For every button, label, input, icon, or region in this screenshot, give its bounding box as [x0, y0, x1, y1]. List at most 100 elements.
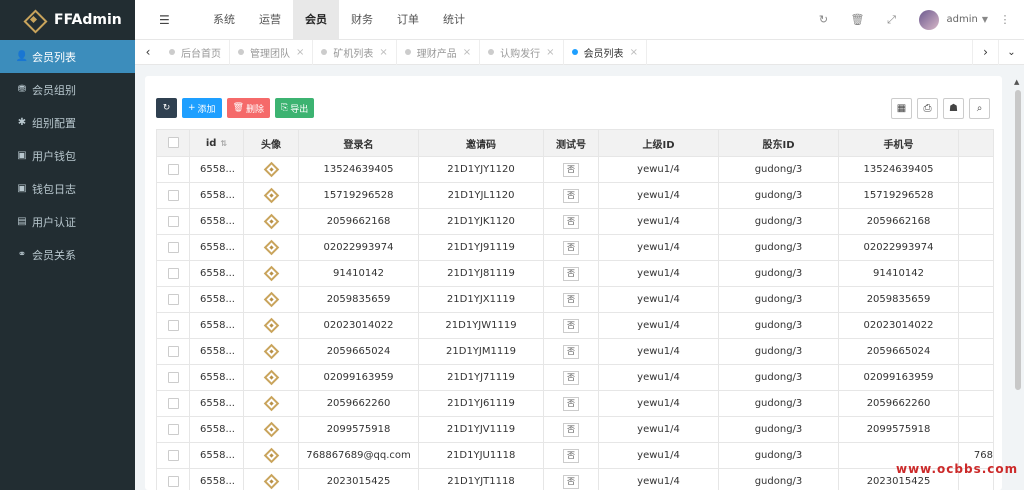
- delete-button[interactable]: 🗑 删除: [226, 98, 271, 118]
- row-checkbox[interactable]: [156, 260, 190, 287]
- test-flag-badge[interactable]: 否: [563, 474, 579, 489]
- test-flag-badge[interactable]: 否: [563, 396, 579, 411]
- fullscreen-icon[interactable]: ⤢: [875, 13, 909, 27]
- sidebar-item-3[interactable]: ✱ 组别配置: [0, 106, 135, 139]
- user-filter-icon[interactable]: ☗: [943, 98, 964, 119]
- table-row[interactable]: 6558... 768867689@qq.com 21D1YJU1118 否 yewu1…: [156, 442, 994, 469]
- cell-test: 否: [543, 312, 599, 339]
- row-checkbox[interactable]: [156, 364, 190, 391]
- refresh-button[interactable]: ↻: [156, 98, 177, 118]
- table-row[interactable]: 6558... 2059665024 21D1YJM1119 否 yewu1/4 gudo…: [156, 338, 994, 365]
- row-checkbox[interactable]: [156, 286, 190, 313]
- close-icon[interactable]: ×: [630, 47, 638, 58]
- table-row[interactable]: 6558... 02022993974 21D1YJ91119 否 yewu1/4 gud…: [156, 234, 994, 261]
- more-vertical-icon[interactable]: ⋮: [998, 13, 1012, 26]
- cell-extra: [958, 312, 994, 339]
- cell-invite: 21D1YJM1119: [418, 338, 544, 365]
- table-row[interactable]: 6558... 2059662168 21D1YJK1120 否 yewu1/4 gudo…: [156, 208, 994, 235]
- table-row[interactable]: 6558... 02023014022 21D1YJW1119 否 yewu1/4 gud…: [156, 312, 994, 339]
- test-flag-badge[interactable]: 否: [563, 188, 579, 203]
- tab-6[interactable]: 会员列表 ×: [564, 39, 647, 65]
- trash-icon[interactable]: 🗑: [841, 13, 875, 26]
- close-icon[interactable]: ×: [546, 47, 554, 58]
- cell-avatar: [243, 182, 299, 209]
- row-checkbox[interactable]: [156, 390, 190, 417]
- top-nav-item-2[interactable]: 运营: [247, 0, 293, 40]
- cell-parent: yewu1/4: [598, 156, 719, 183]
- test-flag-badge[interactable]: 否: [563, 318, 579, 333]
- table-row[interactable]: 6558... 91410142 21D1YJ81119 否 yewu1/4 gudong…: [156, 260, 994, 287]
- row-checkbox[interactable]: [156, 182, 190, 209]
- table-row[interactable]: 6558... 2099575918 21D1YJV1119 否 yewu1/4 gudo…: [156, 416, 994, 443]
- close-icon[interactable]: ×: [379, 47, 387, 58]
- menu-toggle-icon[interactable]: ☰: [159, 13, 191, 27]
- top-nav-item-6[interactable]: 统计: [431, 0, 477, 40]
- cell-id: 6558...: [189, 208, 244, 235]
- sidebar-item-4[interactable]: ▣ 用户钱包: [0, 139, 135, 172]
- sidebar-item-2[interactable]: ⛃ 会员组别: [0, 73, 135, 106]
- col-header-id[interactable]: id ⇅: [189, 129, 244, 157]
- test-flag-badge[interactable]: 否: [563, 448, 579, 463]
- search-icon[interactable]: ⌕: [969, 98, 990, 119]
- cell-login: 2059665024: [298, 338, 419, 365]
- cell-test: 否: [543, 234, 599, 261]
- top-nav-item-3[interactable]: 会员: [293, 0, 339, 40]
- tab-2[interactable]: 管理团队 ×: [230, 39, 314, 65]
- sidebar-item-1[interactable]: 👤 会员列表: [0, 40, 135, 73]
- tab-3[interactable]: 矿机列表 ×: [313, 39, 397, 65]
- columns-icon[interactable]: ▦: [891, 98, 912, 119]
- add-button[interactable]: + 添加: [182, 98, 222, 118]
- table-row[interactable]: 6558... 2023015425 21D1YJT1118 否 yewu1/4 gudo…: [156, 468, 994, 490]
- tabs-scroll-left-icon[interactable]: ‹: [135, 45, 161, 59]
- test-flag-badge[interactable]: 否: [563, 344, 579, 359]
- test-flag-badge[interactable]: 否: [563, 240, 579, 255]
- row-checkbox[interactable]: [156, 442, 190, 469]
- table-row[interactable]: 6558... 02099163959 21D1YJ71119 否 yewu1/4 gud…: [156, 364, 994, 391]
- export-button[interactable]: ⎘ 导出: [275, 98, 315, 118]
- table-row[interactable]: 6558... 2059662260 21D1YJ61119 否 yewu1/4 gudo…: [156, 390, 994, 417]
- test-flag-badge[interactable]: 否: [563, 266, 579, 281]
- scrollbar-thumb[interactable]: [1015, 90, 1021, 390]
- tab-1[interactable]: 后台首页: [161, 39, 230, 65]
- sort-icon[interactable]: ⇅: [220, 139, 227, 148]
- close-icon[interactable]: ×: [296, 47, 304, 58]
- top-nav-item-4[interactable]: 财务: [339, 0, 385, 40]
- tabs-menu-chevron-icon[interactable]: ⌄: [998, 39, 1024, 65]
- test-flag-badge[interactable]: 否: [563, 214, 579, 229]
- cell-login: 2059835659: [298, 286, 419, 313]
- top-nav-item-1[interactable]: 系统: [201, 0, 247, 40]
- sidebar-item-7[interactable]: ⚭ 会员关系: [0, 238, 135, 271]
- avatar-icon: [263, 473, 279, 490]
- avatar[interactable]: [918, 9, 939, 30]
- refresh-icon[interactable]: ↻: [807, 13, 841, 26]
- test-flag-badge[interactable]: 否: [563, 422, 579, 437]
- user-name[interactable]: admin: [947, 14, 978, 25]
- table-row[interactable]: 6558... 2059835659 21D1YJX1119 否 yewu1/4 gudo…: [156, 286, 994, 313]
- cell-avatar: [243, 468, 299, 490]
- row-checkbox[interactable]: [156, 156, 190, 183]
- cell-login: 02099163959: [298, 364, 419, 391]
- test-flag-badge[interactable]: 否: [563, 292, 579, 307]
- row-checkbox[interactable]: [156, 234, 190, 261]
- print-icon[interactable]: ⎙: [917, 98, 938, 119]
- test-flag-badge[interactable]: 否: [563, 370, 579, 385]
- tab-5[interactable]: 认购发行 ×: [480, 39, 564, 65]
- select-all-checkbox[interactable]: [156, 129, 190, 157]
- table-row[interactable]: 6558... 15719296528 21D1YJL1120 否 yewu1/4 gud…: [156, 182, 994, 209]
- top-nav-item-5[interactable]: 订单: [385, 0, 431, 40]
- row-checkbox[interactable]: [156, 338, 190, 365]
- tab-4[interactable]: 理财产品 ×: [397, 39, 481, 65]
- test-flag-badge[interactable]: 否: [563, 162, 579, 177]
- row-checkbox[interactable]: [156, 208, 190, 235]
- table-row[interactable]: 6558... 13524639405 21D1YJY1120 否 yewu1/4 gud…: [156, 156, 994, 183]
- row-checkbox[interactable]: [156, 468, 190, 490]
- sidebar-item-6[interactable]: ▤ 用户认证: [0, 205, 135, 238]
- tabs-scroll-right-icon[interactable]: ›: [972, 39, 998, 65]
- row-checkbox[interactable]: [156, 312, 190, 339]
- app-logo[interactable]: FFAdmin: [0, 0, 135, 40]
- close-icon[interactable]: ×: [463, 47, 471, 58]
- sidebar-item-5[interactable]: ▣ 钱包日志: [0, 172, 135, 205]
- scroll-up-icon[interactable]: ▲: [1014, 78, 1019, 86]
- row-checkbox[interactable]: [156, 416, 190, 443]
- chevron-down-icon[interactable]: ▼: [982, 15, 988, 24]
